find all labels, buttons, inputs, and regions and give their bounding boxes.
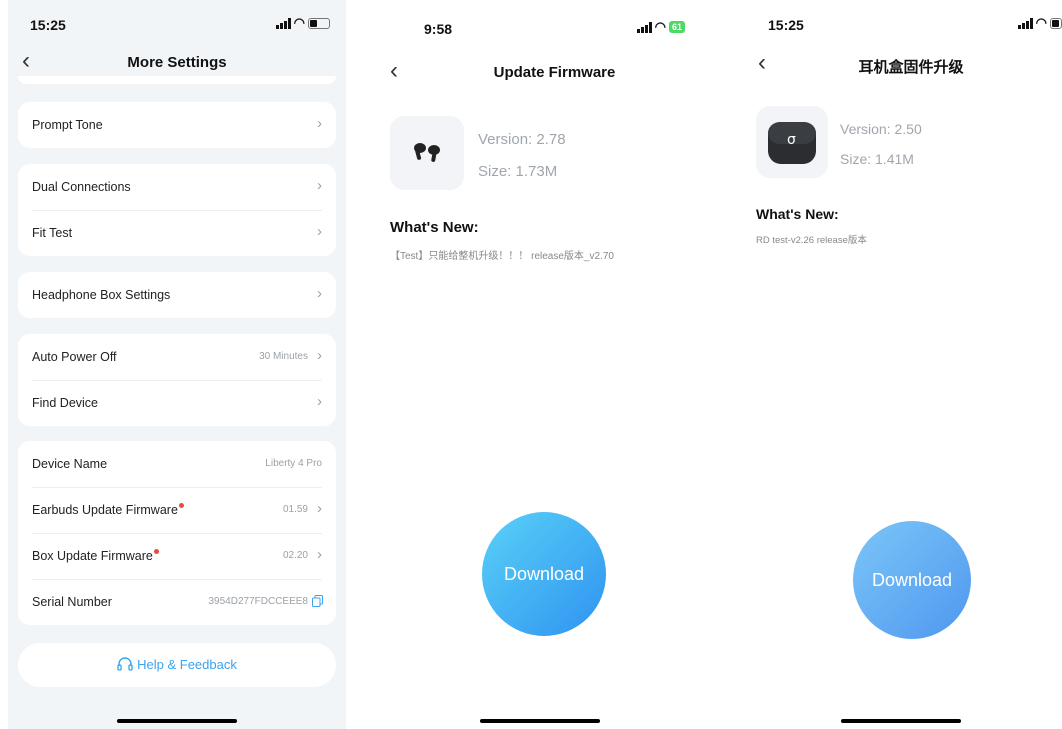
download-button[interactable]: Download xyxy=(482,512,606,636)
svg-text:σ: σ xyxy=(787,132,796,148)
battery-icon xyxy=(1050,17,1062,29)
chevron-right-icon: › xyxy=(317,223,322,240)
download-button[interactable]: Download xyxy=(853,521,971,639)
chevron-right-icon: › xyxy=(317,177,322,194)
row-label: Earbuds Update Firmware xyxy=(32,503,184,517)
auto-power-off-row[interactable]: Auto Power Off 30 Minutes › xyxy=(18,334,336,380)
row-label: Device Name xyxy=(32,457,108,471)
row-label: Auto Power Off xyxy=(32,350,117,364)
dual-connections-row[interactable]: Dual Connections › xyxy=(18,164,336,210)
help-feedback-label: Help & Feedback xyxy=(137,657,237,672)
wifi-icon: ◠ xyxy=(654,19,666,34)
row-value: 02.20 xyxy=(282,550,308,561)
nav-bar: ‹ More Settings xyxy=(8,48,346,78)
chevron-right-icon: › xyxy=(317,285,322,302)
battery-icon: 61 xyxy=(668,21,685,33)
row-value: 3954D277FDCCEEE8 xyxy=(208,596,309,607)
find-device-row[interactable]: Find Device › xyxy=(18,380,336,426)
chevron-right-icon: › xyxy=(317,546,322,563)
page-title: More Settings xyxy=(127,54,227,71)
battery-icon xyxy=(308,17,330,29)
charging-case-icon: σ xyxy=(768,122,816,164)
headphone-box-settings-row[interactable]: Headphone Box Settings › xyxy=(18,272,336,318)
status-bar: 15:25 ◠ xyxy=(8,0,346,46)
scrolled-card-edge xyxy=(18,76,336,84)
whats-new-text: RD test-v2.26 release版本 xyxy=(756,235,867,246)
settings-group-4: Auto Power Off 30 Minutes › Find Device … xyxy=(18,334,336,426)
home-indicator xyxy=(117,719,237,723)
home-indicator xyxy=(841,719,961,723)
page-title: 耳机盒固件升级 xyxy=(858,59,964,76)
row-value: 01.59 xyxy=(282,504,308,515)
nav-bar: ‹ 耳机盒固件升级 xyxy=(740,50,1062,80)
charging-case-thumbnail: σ xyxy=(756,106,828,178)
row-label-text: Earbuds Update Firmware xyxy=(32,503,178,517)
signal-icon xyxy=(636,21,652,33)
status-bar: 9:58 ◠ 61 xyxy=(372,0,707,46)
device-name-row: Device Name Liberty 4 Pro xyxy=(18,441,336,487)
earbuds-thumbnail xyxy=(390,116,464,190)
status-icons: ◠ 61 xyxy=(636,19,685,35)
status-time: 9:58 xyxy=(424,21,453,37)
size-text: Size: 1.73M xyxy=(478,163,558,180)
serial-number-row: Serial Number 3954D277FDCCEEE8 xyxy=(18,579,336,625)
row-label: Find Device xyxy=(32,396,98,410)
settings-group-2: Dual Connections › Fit Test › xyxy=(18,164,336,256)
chevron-right-icon: › xyxy=(317,500,322,517)
chevron-right-icon: › xyxy=(317,393,322,410)
fit-test-row[interactable]: Fit Test › xyxy=(18,210,336,256)
notification-dot xyxy=(178,503,184,508)
whats-new-heading: What's New: xyxy=(390,219,479,236)
size-text: Size: 1.41M xyxy=(840,151,914,167)
prompt-tone-row[interactable]: Prompt Tone › xyxy=(18,102,336,148)
wifi-icon: ◠ xyxy=(293,15,305,30)
box-update-firmware-row[interactable]: Box Update Firmware 02.20 › xyxy=(18,533,336,579)
settings-group-5: Device Name Liberty 4 Pro Earbuds Update… xyxy=(18,441,336,625)
version-text: Version: 2.78 xyxy=(478,131,566,148)
box-firmware-upgrade-screen: 15:25 ◠ ‹ 耳机盒固件升级 σ Version: 2.50 Size: … xyxy=(740,0,1062,729)
status-icons: ◠ xyxy=(275,15,330,31)
row-label: Dual Connections xyxy=(32,180,131,194)
row-label: Box Update Firmware xyxy=(32,549,159,563)
notification-dot xyxy=(153,549,159,554)
row-label: Fit Test xyxy=(32,226,73,240)
nav-bar: ‹ Update Firmware xyxy=(372,58,707,88)
wifi-icon: ◠ xyxy=(1035,15,1047,30)
row-value: 30 Minutes xyxy=(259,351,308,362)
earbuds-icon xyxy=(414,143,440,162)
version-text: Version: 2.50 xyxy=(840,121,922,137)
copy-icon[interactable] xyxy=(312,595,323,607)
home-indicator xyxy=(479,719,600,723)
row-label: Serial Number xyxy=(32,595,112,609)
row-value: Liberty 4 Pro xyxy=(265,458,322,469)
chevron-right-icon: › xyxy=(317,115,322,132)
help-feedback-button[interactable]: Help & Feedback xyxy=(18,643,336,687)
more-settings-screen: 15:25 ◠ ‹ More Settings Prompt Tone › Du… xyxy=(8,0,346,729)
status-time: 15:25 xyxy=(30,17,66,33)
chevron-right-icon: › xyxy=(317,347,322,364)
headset-icon xyxy=(117,657,133,671)
signal-icon xyxy=(275,17,291,29)
row-label-text: Box Update Firmware xyxy=(32,549,153,563)
back-chevron-icon[interactable]: ‹ xyxy=(390,59,398,83)
whats-new-text: 【Test】只能给整机升级！！！ release版本_v2.70 xyxy=(390,251,614,262)
status-time: 15:25 xyxy=(768,17,804,33)
settings-group-3: Headphone Box Settings › xyxy=(18,272,336,318)
status-icons: ◠ xyxy=(1017,15,1062,31)
settings-group-1: Prompt Tone › xyxy=(18,102,336,148)
earbuds-update-firmware-row[interactable]: Earbuds Update Firmware 01.59 › xyxy=(18,487,336,533)
page-title: Update Firmware xyxy=(493,64,616,81)
update-firmware-screen: 9:58 ◠ 61 ‹ Update Firmware Version: 2.7… xyxy=(372,0,707,729)
whats-new-heading: What's New: xyxy=(756,206,839,222)
signal-icon xyxy=(1017,17,1033,29)
row-label: Headphone Box Settings xyxy=(32,288,171,302)
row-label: Prompt Tone xyxy=(32,118,103,132)
status-bar: 15:25 ◠ xyxy=(740,0,1062,46)
